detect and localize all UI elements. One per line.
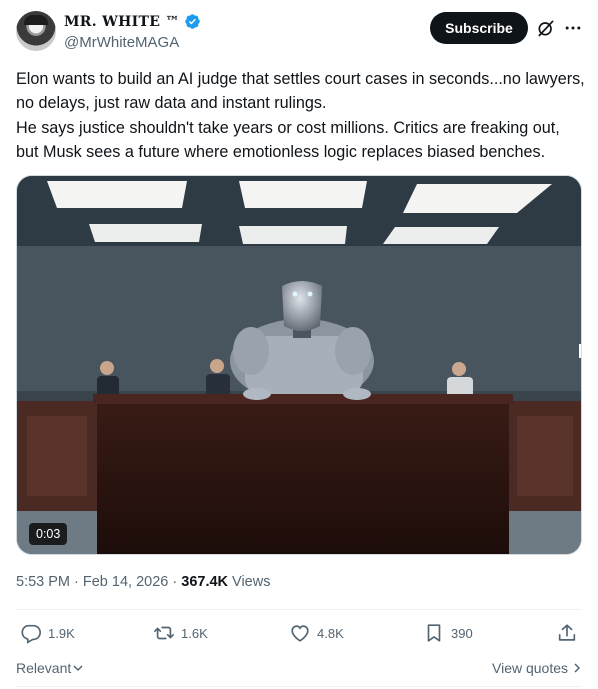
reply-icon xyxy=(21,624,41,644)
view-quotes-label: View quotes xyxy=(492,660,569,676)
tweet-paragraph: He says justice shouldn't take years or … xyxy=(16,118,560,161)
author-display-name[interactable]: MR. WHITE ™ xyxy=(64,14,180,30)
tweet-time[interactable]: 5:53 PM xyxy=(16,574,70,590)
author-name-row[interactable]: MR. WHITE ™ xyxy=(64,13,201,30)
reply-button[interactable]: 1.9K xyxy=(20,622,75,644)
action-bar: 1.9K 1.6K 4.8K 390 xyxy=(16,622,582,650)
repost-icon xyxy=(154,626,174,640)
repost-button[interactable]: 1.6K xyxy=(153,622,208,644)
sort-replies-dropdown[interactable]: Relevant xyxy=(16,660,84,676)
like-icon xyxy=(291,625,309,642)
tweet-date[interactable]: Feb 14, 2026 xyxy=(83,574,168,590)
grok-icon[interactable] xyxy=(536,18,556,38)
bookmark-button[interactable]: 390 xyxy=(423,622,473,644)
share-icon xyxy=(558,624,576,641)
like-button[interactable]: 4.8K xyxy=(289,622,344,644)
views-count: 367.4K xyxy=(181,574,229,590)
views-label: Views xyxy=(228,574,271,590)
chevron-right-icon xyxy=(574,663,581,673)
view-quotes-link[interactable]: View quotes xyxy=(492,660,583,676)
video-duration-badge: 0:03 xyxy=(29,523,68,545)
divider xyxy=(16,686,582,687)
sort-label: Relevant xyxy=(16,660,72,676)
like-count: 4.8K xyxy=(317,625,344,641)
chevron-down-icon xyxy=(73,665,83,672)
divider xyxy=(16,609,582,610)
subscribe-button[interactable]: Subscribe xyxy=(430,12,528,44)
meta-separator: · xyxy=(168,574,182,590)
video-player[interactable] xyxy=(16,175,582,555)
more-icon[interactable] xyxy=(563,18,583,38)
reply-count: 1.9K xyxy=(48,625,75,641)
bookmark-icon xyxy=(427,624,441,642)
video-frame xyxy=(17,176,581,554)
tweet-meta: 5:53 PM · Feb 14, 2026 · 367.4K Views xyxy=(16,574,270,590)
tweet-text: Elon wants to build an AI judge that set… xyxy=(16,67,586,164)
meta-separator: · xyxy=(70,574,83,590)
author-handle[interactable]: @MrWhiteMAGA xyxy=(64,34,179,51)
tweet-paragraph: Elon wants to build an AI judge that set… xyxy=(16,70,585,113)
bookmark-count: 390 xyxy=(451,625,473,641)
repost-count: 1.6K xyxy=(181,625,208,641)
avatar[interactable] xyxy=(16,11,56,51)
verified-badge-icon xyxy=(184,14,200,29)
share-button[interactable] xyxy=(556,622,578,644)
